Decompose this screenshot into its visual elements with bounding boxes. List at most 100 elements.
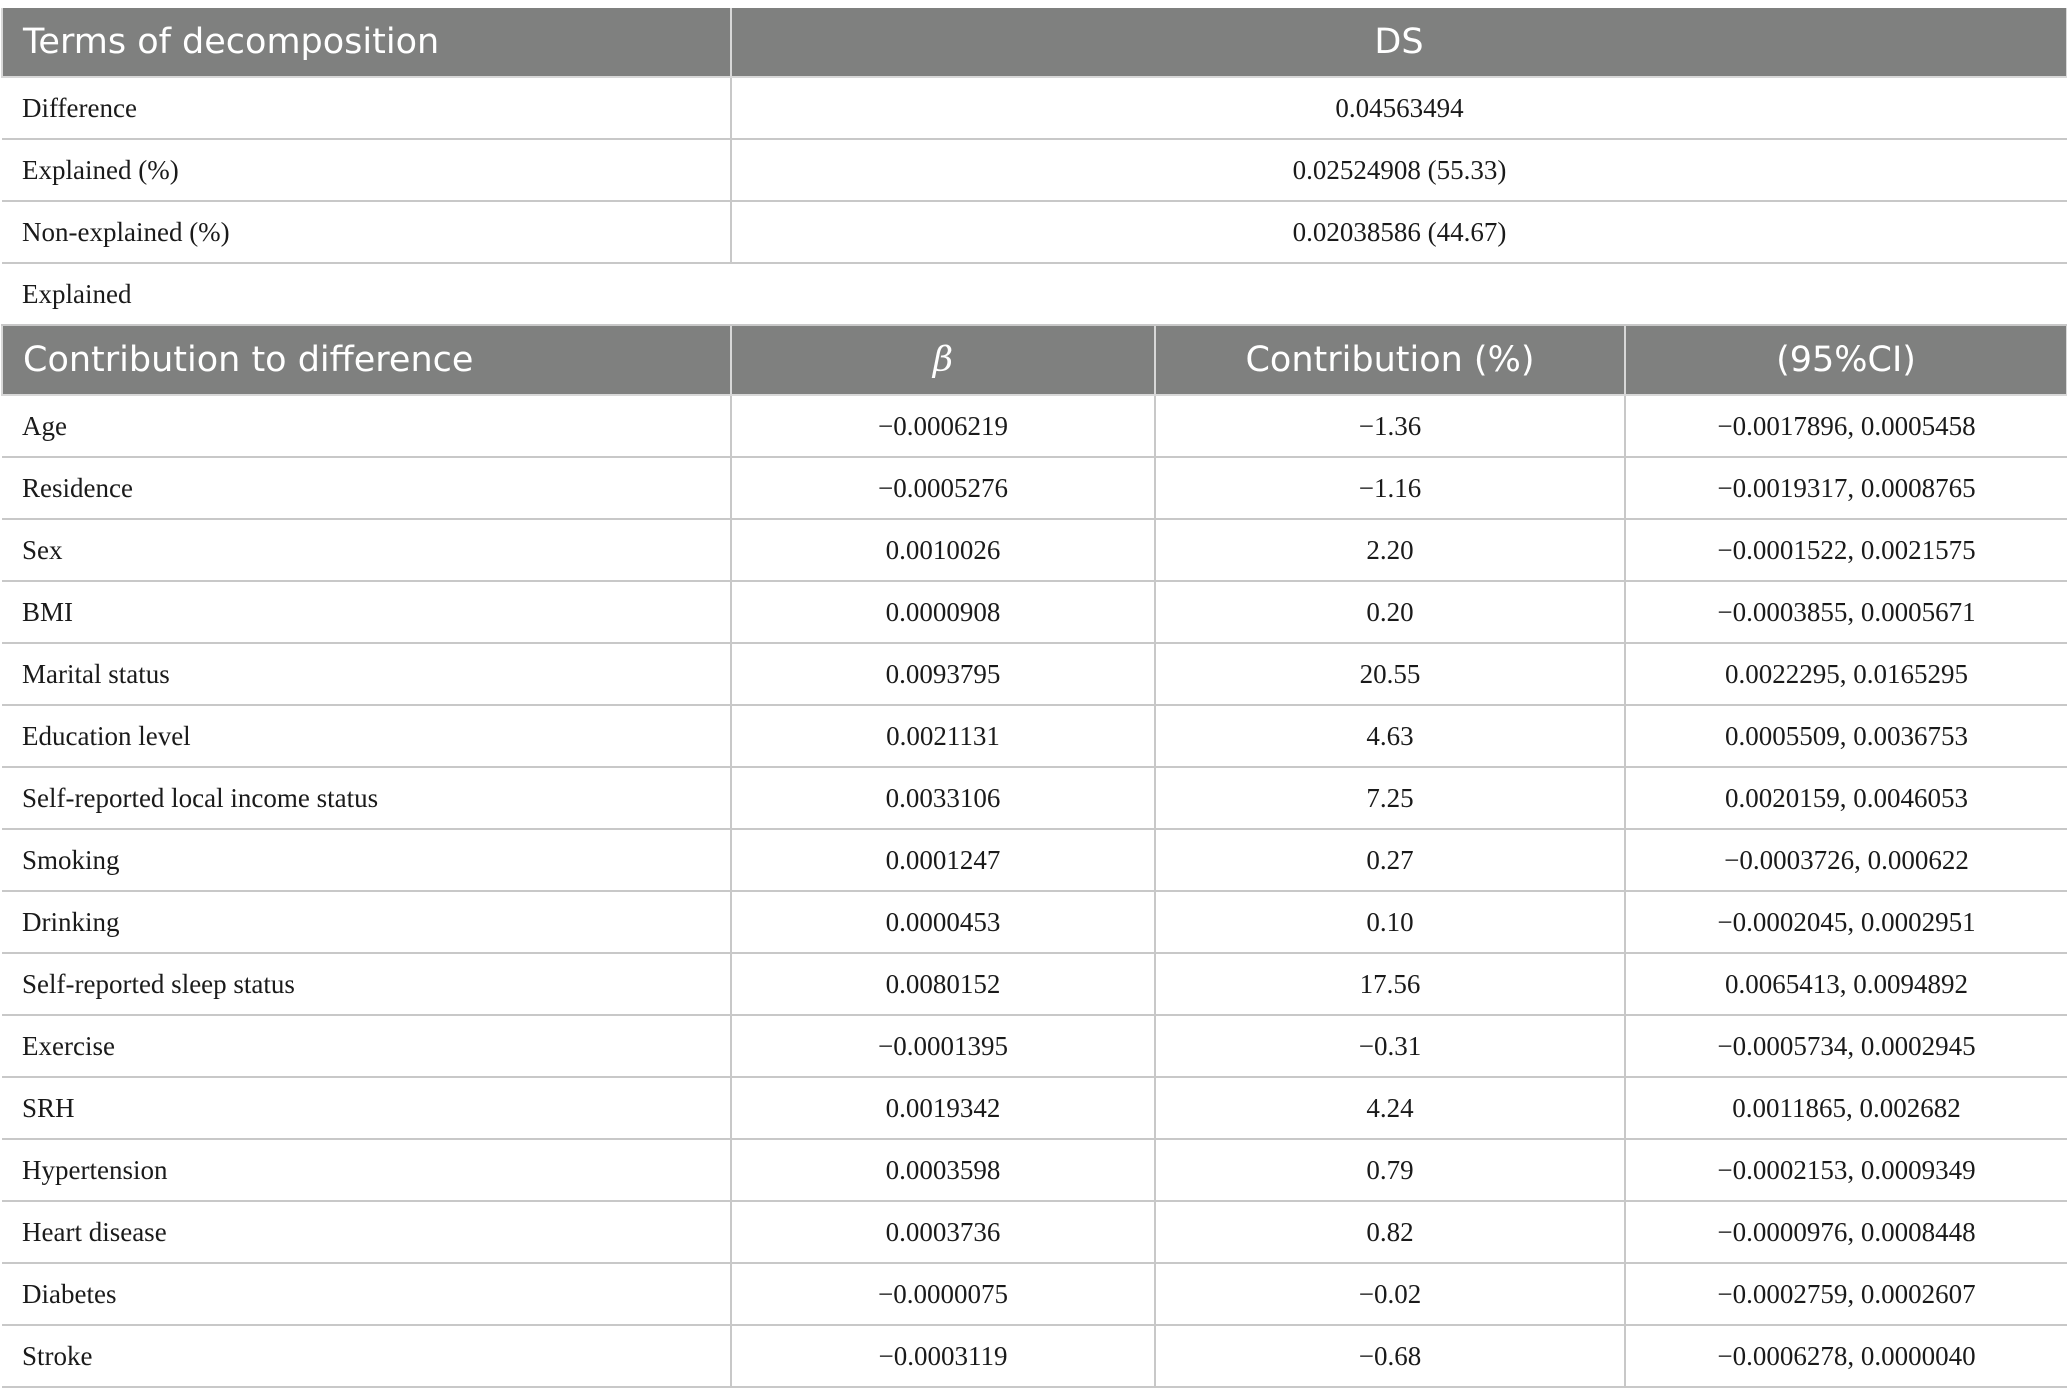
- beta-cell: −0.0001395: [730, 1014, 1156, 1078]
- beta-cell: −0.0006219: [730, 394, 1156, 458]
- factor-cell: Marital status: [2, 642, 732, 706]
- contribution-to-difference-header: Contribution to difference: [1, 325, 732, 396]
- beta-cell: 0.0080152: [730, 952, 1156, 1016]
- contrib-row: Residence −0.0005276 −1.16 −0.0019317, 0.00…: [2, 456, 2067, 520]
- summary-value: 0.02524908 (55.33): [730, 138, 2067, 202]
- section-label-row: Explained: [2, 262, 2067, 326]
- factor-cell: Residence: [2, 456, 732, 520]
- factor-cell: Sex: [2, 518, 732, 582]
- beta-cell: 0.0093795: [730, 642, 1156, 706]
- beta-cell: 0.0019342: [730, 1076, 1156, 1140]
- factor-cell: Hypertension: [2, 1138, 732, 1202]
- beta-cell: 0.0000908: [730, 580, 1156, 644]
- factor-cell: Heart disease: [2, 1200, 732, 1264]
- beta-cell: −0.0003119: [730, 1324, 1156, 1388]
- ci-header: (95%CI): [1624, 325, 2067, 396]
- decomposition-table-container: Terms of decomposition DS Difference 0.04…: [1, 8, 2067, 1388]
- contrib-row: Drinking 0.0000453 0.10 −0.0002045, 0.00029…: [2, 890, 2067, 954]
- beta-cell: 0.0010026: [730, 518, 1156, 582]
- ci-cell: −0.0002759, 0.0002607: [1624, 1262, 2067, 1326]
- factor-cell: SRH: [2, 1076, 732, 1140]
- contrib-row: Smoking 0.0001247 0.27 −0.0003726, 0.000622: [2, 828, 2067, 892]
- ds-header: DS: [730, 8, 2067, 78]
- factor-cell: Diabetes: [2, 1262, 732, 1326]
- contribution-cell: 4.63: [1154, 704, 1626, 768]
- contribution-cell: 20.55: [1154, 642, 1626, 706]
- ci-cell: 0.0020159, 0.0046053: [1624, 766, 2067, 830]
- beta-cell: 0.0021131: [730, 704, 1156, 768]
- ci-cell: −0.0002153, 0.0009349: [1624, 1138, 2067, 1202]
- summary-row: Difference 0.04563494: [2, 76, 2067, 140]
- beta-cell: 0.0001247: [730, 828, 1156, 892]
- beta-cell: −0.0000075: [730, 1262, 1156, 1326]
- contribution-cell: 7.25: [1154, 766, 1626, 830]
- beta-cell: 0.0003598: [730, 1138, 1156, 1202]
- ci-cell: 0.0022295, 0.0165295: [1624, 642, 2067, 706]
- factor-cell: Drinking: [2, 890, 732, 954]
- ci-cell: −0.0003855, 0.0005671: [1624, 580, 2067, 644]
- contribution-cell: 2.20: [1154, 518, 1626, 582]
- ci-cell: −0.0001522, 0.0021575: [1624, 518, 2067, 582]
- summary-value: 0.02038586 (44.67): [730, 200, 2067, 264]
- contribution-cell: −1.36: [1154, 394, 1626, 458]
- summary-label: Difference: [2, 76, 732, 140]
- summary-label: Non-explained (%): [2, 200, 732, 264]
- contrib-header-row: Contribution to difference β Contributio…: [1, 325, 2067, 396]
- contribution-percent-header: Contribution (%): [1154, 325, 1626, 396]
- contrib-row: Self-reported local income status 0.00331…: [2, 766, 2067, 830]
- ci-cell: −0.0017896, 0.0005458: [1624, 394, 2067, 458]
- contribution-cell: 0.20: [1154, 580, 1626, 644]
- ci-cell: −0.0003726, 0.000622: [1624, 828, 2067, 892]
- contribution-cell: 17.56: [1154, 952, 1626, 1016]
- factor-cell: Stroke: [2, 1324, 732, 1388]
- explained-section-label: Explained: [2, 262, 2067, 326]
- beta-cell: 0.0033106: [730, 766, 1156, 830]
- contribution-cell: 0.27: [1154, 828, 1626, 892]
- ci-cell: −0.0000976, 0.0008448: [1624, 1200, 2067, 1264]
- beta-cell: 0.0003736: [730, 1200, 1156, 1264]
- contribution-cell: 4.24: [1154, 1076, 1626, 1140]
- factor-cell: Age: [2, 394, 732, 458]
- section-label-body: Explained: [2, 262, 2067, 326]
- contrib-row: SRH 0.0019342 4.24 0.0011865, 0.002682: [2, 1076, 2067, 1140]
- contrib-row: Diabetes −0.0000075 −0.02 −0.0002759, 0.000…: [2, 1262, 2067, 1326]
- ci-cell: 0.0065413, 0.0094892: [1624, 952, 2067, 1016]
- contribution-cell: 0.10: [1154, 890, 1626, 954]
- contrib-row: BMI 0.0000908 0.20 −0.0003855, 0.0005671: [2, 580, 2067, 644]
- contrib-row: Sex 0.0010026 2.20 −0.0001522, 0.0021575: [2, 518, 2067, 582]
- contribution-cell: 0.82: [1154, 1200, 1626, 1264]
- ci-cell: 0.0011865, 0.002682: [1624, 1076, 2067, 1140]
- ci-cell: 0.0005509, 0.0036753: [1624, 704, 2067, 768]
- contribution-cell: 0.79: [1154, 1138, 1626, 1202]
- summary-row: Explained (%) 0.02524908 (55.33): [2, 138, 2067, 202]
- ci-cell: −0.0002045, 0.0002951: [1624, 890, 2067, 954]
- factor-cell: Self-reported sleep status: [2, 952, 732, 1016]
- factor-cell: Smoking: [2, 828, 732, 892]
- factor-cell: Self-reported local income status: [2, 766, 732, 830]
- contrib-row: Marital status 0.0093795 20.55 0.0022295, 0…: [2, 642, 2067, 706]
- ci-cell: −0.0006278, 0.0000040: [1624, 1324, 2067, 1388]
- summary-label: Explained (%): [2, 138, 732, 202]
- beta-cell: −0.0005276: [730, 456, 1156, 520]
- factor-cell: Exercise: [2, 1014, 732, 1078]
- contribution-cell: −0.02: [1154, 1262, 1626, 1326]
- contrib-row: Exercise −0.0001395 −0.31 −0.0005734, 0.000…: [2, 1014, 2067, 1078]
- contrib-body: Age −0.0006219 −1.36 −0.0017896, 0.0005458 R…: [2, 394, 2067, 1388]
- contrib-row: Heart disease 0.0003736 0.82 −0.0000976, 0.…: [2, 1200, 2067, 1264]
- summary-row: Non-explained (%) 0.02038586 (44.67): [2, 200, 2067, 264]
- contrib-row: Age −0.0006219 −1.36 −0.0017896, 0.0005458: [2, 394, 2067, 458]
- contrib-row: Hypertension 0.0003598 0.79 −0.0002153, 0.0…: [2, 1138, 2067, 1202]
- summary-value: 0.04563494: [730, 76, 2067, 140]
- contrib-row: Self-reported sleep status 0.0080152 17.56…: [2, 952, 2067, 1016]
- contribution-cell: −0.68: [1154, 1324, 1626, 1388]
- terms-header: Terms of decomposition: [1, 8, 732, 78]
- contrib-header-body: Contribution to difference β Contributio…: [1, 325, 2067, 396]
- contribution-cell: −0.31: [1154, 1014, 1626, 1078]
- ci-cell: −0.0005734, 0.0002945: [1624, 1014, 2067, 1078]
- factor-cell: BMI: [2, 580, 732, 644]
- beta-header: β: [730, 325, 1156, 396]
- beta-cell: 0.0000453: [730, 890, 1156, 954]
- factor-cell: Education level: [2, 704, 732, 768]
- decomposition-table: Terms of decomposition DS Difference 0.04…: [1, 8, 2067, 1388]
- contrib-row: Stroke −0.0003119 −0.68 −0.0006278, 0.00000…: [2, 1324, 2067, 1388]
